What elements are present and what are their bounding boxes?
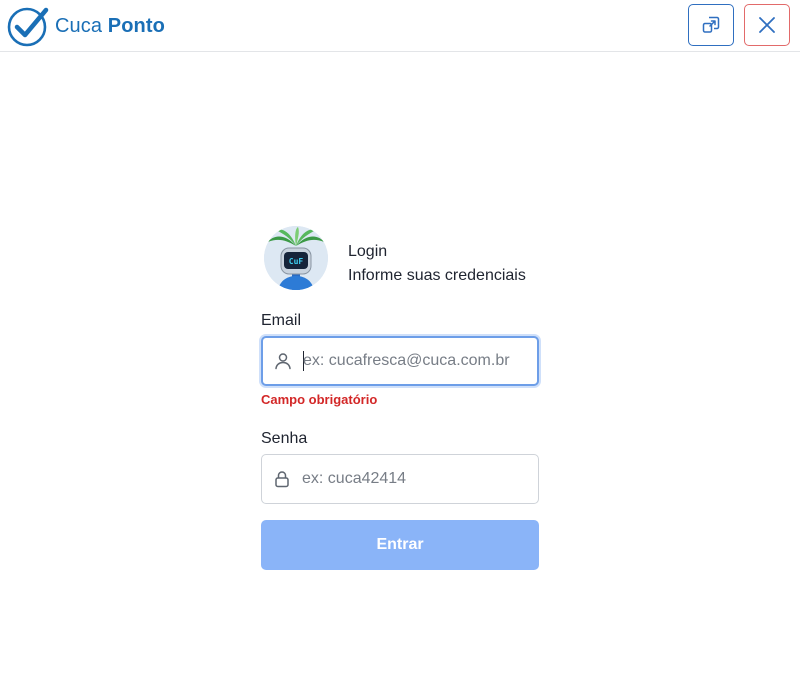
login-submit-button[interactable]: Entrar (261, 520, 539, 570)
email-error-message: Campo obrigatório (261, 392, 378, 407)
brand-light: Cuca (55, 14, 103, 37)
robot-palm-avatar: CuF (264, 226, 328, 290)
user-icon (263, 351, 303, 371)
login-title: Login (348, 243, 388, 260)
brand-bold: Ponto (107, 14, 165, 37)
email-label: Email (261, 312, 302, 329)
external-window-icon (702, 16, 720, 33)
lock-icon (262, 469, 302, 489)
app-header: Cuca Ponto (0, 0, 800, 52)
check-circle-icon (7, 7, 49, 47)
login-header: CuF Login Informe suas credenciais (264, 226, 526, 290)
svg-text:CuF: CuF (289, 257, 304, 266)
login-heading: Login Informe suas credenciais (348, 240, 526, 288)
app-brand-name: Cuca Ponto (55, 15, 165, 38)
close-button[interactable] (744, 4, 790, 46)
password-input[interactable] (302, 470, 528, 488)
login-subtitle: Informe suas credenciais (348, 267, 526, 284)
password-label: Senha (261, 430, 308, 447)
close-icon (759, 17, 775, 33)
open-window-button[interactable] (688, 4, 734, 46)
password-field[interactable] (261, 454, 539, 504)
app-logo: Cuca Ponto (7, 5, 165, 47)
email-input[interactable] (303, 352, 529, 370)
email-field[interactable] (261, 336, 539, 386)
